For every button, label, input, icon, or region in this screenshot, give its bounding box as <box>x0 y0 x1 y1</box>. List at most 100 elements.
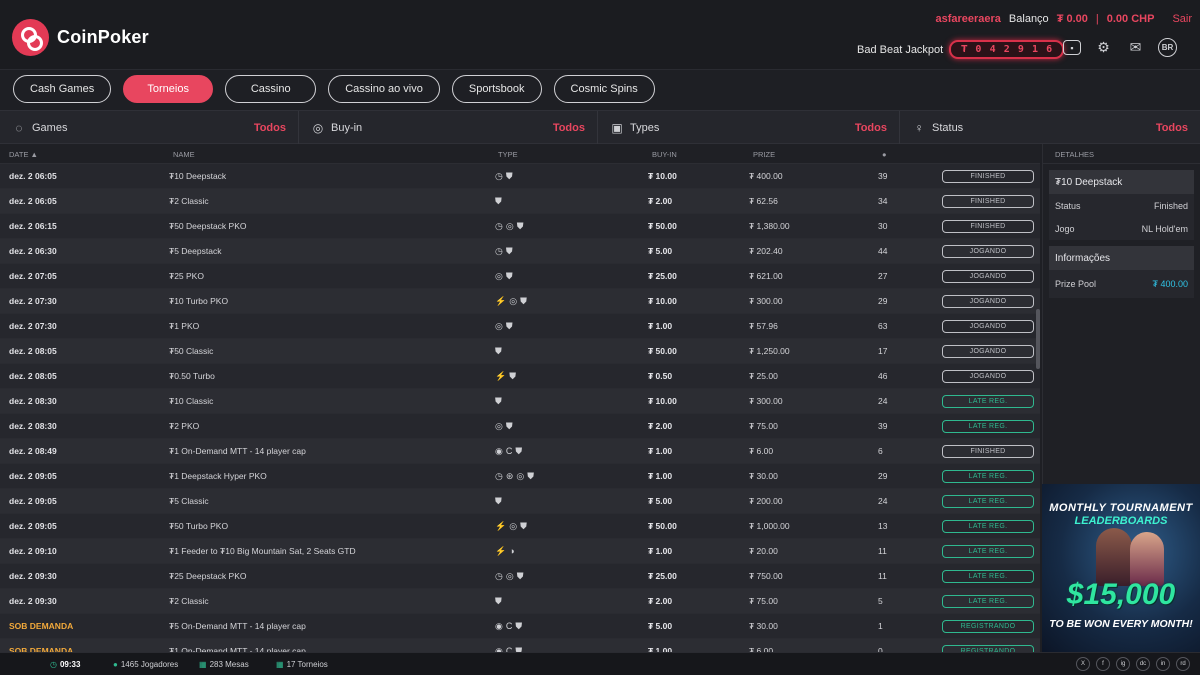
table-row[interactable]: dez. 2 06:30 ₮5 Deepstack ◷ ⛊ ₮ 5.00 ₮ 202.40… <box>0 239 1040 264</box>
col-type[interactable]: TYPE <box>498 150 518 159</box>
status-badge[interactable]: JOGANDO <box>942 294 1034 308</box>
row-players: 5 <box>878 596 883 606</box>
bad-beat-jackpot[interactable]: Bad Beat Jackpot ₮ 0 4 2 9 1 6 <box>857 40 1065 59</box>
col-prize[interactable]: PRIZE <box>753 150 775 159</box>
row-name: ₮10 Turbo PKO <box>169 296 229 306</box>
status-badge[interactable]: JOGANDO <box>942 344 1034 358</box>
tab-cash-games[interactable]: Cash Games <box>13 75 112 103</box>
table-row[interactable]: dez. 2 09:10 ₮1 Feeder to ₮10 Big Mountai… <box>0 539 1040 564</box>
table-row[interactable]: SOB DEMANDA ₮1 On-Demand MTT - 14 player … <box>0 639 1040 652</box>
row-players: 1 <box>878 621 883 631</box>
discord-icon[interactable]: dc <box>1136 657 1150 671</box>
col-name[interactable]: NAME <box>173 150 195 159</box>
row-players: 30 <box>878 221 888 231</box>
mail-icon[interactable]: ✉ <box>1126 38 1145 57</box>
row-type-icons: ◷ ⛊ <box>495 246 513 257</box>
shield-icon: ⛊ <box>520 520 527 531</box>
tab-cassino[interactable]: Cassino <box>225 75 317 103</box>
table-row[interactable]: dez. 2 09:30 ₮25 Deepstack PKO ◷ ◎ ⛊ ₮ 25.00 ₮… <box>0 564 1040 589</box>
gear-icon[interactable]: ⚙ <box>1094 38 1113 57</box>
table-row[interactable]: dez. 2 08:49 ₮1 On-Demand MTT - 14 player… <box>0 439 1040 464</box>
status-badge[interactable]: JOGANDO <box>942 244 1034 258</box>
row-prize: ₮ 750.00 <box>749 571 783 581</box>
table-row[interactable]: dez. 2 08:05 ₮50 Classic ⛊ ₮ 50.00 ₮ 1,250.0… <box>0 339 1040 364</box>
row-players: 17 <box>878 346 888 356</box>
jackpot-digit: 6 <box>1046 44 1053 55</box>
filter-status[interactable]: ♀ Status Todos <box>900 111 1200 145</box>
tab-torneios[interactable]: Torneios <box>123 75 214 103</box>
row-buyin: ₮ 50.00 <box>648 346 677 356</box>
details-title: ₮10 Deepstack <box>1049 170 1194 194</box>
status-badge[interactable]: LATE REG. <box>942 519 1034 533</box>
shield-icon: ⛊ <box>515 445 523 456</box>
tab-sportsbook[interactable]: Sportsbook <box>451 75 542 103</box>
filter-types[interactable]: ▣ Types Todos <box>598 111 900 145</box>
status-badge[interactable]: FINISHED <box>942 169 1034 183</box>
table-row[interactable]: dez. 2 09:05 ₮50 Turbo PKO ⚡ ◎ ⛊ ₮ 50.00 ₮ 1,0… <box>0 514 1040 539</box>
person-icon[interactable]: ● <box>882 150 887 159</box>
instagram-icon[interactable]: ig <box>1116 657 1130 671</box>
table-scrollbar[interactable] <box>1036 309 1040 369</box>
balance-value: ₮ 0.00 <box>1056 13 1088 25</box>
col-date[interactable]: DATE ▲ <box>9 150 38 159</box>
username[interactable]: asfareeraera <box>935 13 1000 25</box>
jackpot-digit: 4 <box>989 44 996 55</box>
wallet-icon[interactable]: ▪ <box>1063 40 1081 55</box>
shield-icon: ⛊ <box>516 570 524 581</box>
language-icon[interactable]: BR <box>1158 38 1177 57</box>
status-badge[interactable]: LATE REG. <box>942 419 1034 433</box>
shield-icon: ⛊ <box>505 170 513 181</box>
table-row[interactable]: dez. 2 06:15 ₮50 Deepstack PKO ◷ ◎ ⛊ ₮ 50.00 ₮… <box>0 214 1040 239</box>
row-date: dez. 2 07:05 <box>9 271 57 281</box>
brand-name: CoinPoker <box>57 27 149 47</box>
status-badge[interactable]: LATE REG. <box>942 594 1034 608</box>
shield-icon: ⛊ <box>515 620 523 631</box>
tab-cassino-ao-vivo[interactable]: Cassino ao vivo <box>328 75 440 103</box>
row-players: 24 <box>878 396 888 406</box>
status-badge[interactable]: LATE REG. <box>942 569 1034 583</box>
row-date: dez. 2 09:10 <box>9 546 57 556</box>
filter-buyin[interactable]: ◎ Buy-in Todos <box>299 111 598 145</box>
row-players: 11 <box>878 546 887 556</box>
status-badge[interactable]: FINISHED <box>942 219 1034 233</box>
status-badge[interactable]: JOGANDO <box>942 369 1034 383</box>
table-row[interactable]: SOB DEMANDA ₮5 On-Demand MTT - 14 player … <box>0 614 1040 639</box>
bulb-icon: ♀ <box>914 121 924 135</box>
jackpot-digit: 9 <box>1017 44 1024 55</box>
table-row[interactable]: dez. 2 09:30 ₮2 Classic ⛊ ₮ 2.00 ₮ 75.00 5 LAT… <box>0 589 1040 614</box>
status-badge[interactable]: JOGANDO <box>942 269 1034 283</box>
coinpoker-logo[interactable]: CoinPoker <box>12 19 149 56</box>
linkedin-icon[interactable]: in <box>1156 657 1170 671</box>
status-badge[interactable]: FINISHED <box>942 444 1034 458</box>
status-badge[interactable]: FINISHED <box>942 194 1034 208</box>
table-row[interactable]: dez. 2 06:05 ₮10 Deepstack ◷ ⛊ ₮ 10.00 ₮ 400.… <box>0 164 1040 189</box>
row-buyin: ₮ 10.00 <box>648 296 677 306</box>
table-row[interactable]: dez. 2 07:30 ₮10 Turbo PKO ⚡ ◎ ⛊ ₮ 10.00 ₮ 300… <box>0 289 1040 314</box>
table-row[interactable]: dez. 2 09:05 ₮5 Classic ⛊ ₮ 5.00 ₮ 200.00 24 L… <box>0 489 1040 514</box>
status-badge[interactable]: LATE REG. <box>942 469 1034 483</box>
table-row[interactable]: dez. 2 08:05 ₮0.50 Turbo ⚡ ⛊ ₮ 0.50 ₮ 25.00 46… <box>0 364 1040 389</box>
table-row[interactable]: dez. 2 09:05 ₮1 Deepstack Hyper PKO ◷ ⊛ ◎ ⛊ ₮ … <box>0 464 1040 489</box>
status-badge[interactable]: REGISTRANDO <box>942 644 1034 652</box>
table-row[interactable]: dez. 2 06:05 ₮2 Classic ⛊ ₮ 2.00 ₮ 62.56 34 FI… <box>0 189 1040 214</box>
status-badge[interactable]: LATE REG. <box>942 394 1034 408</box>
filter-games[interactable]: ◌ Games Todos <box>0 111 299 145</box>
table-header: DATE ▲ NAME TYPE BUY-IN PRIZE ● <box>0 144 1040 164</box>
table-row[interactable]: dez. 2 08:30 ₮2 PKO ◎ ⛊ ₮ 2.00 ₮ 75.00 39 LATE … <box>0 414 1040 439</box>
logout-link[interactable]: Sair <box>1172 13 1192 25</box>
status-badge[interactable]: LATE REG. <box>942 494 1034 508</box>
status-badge[interactable]: JOGANDO <box>942 319 1034 333</box>
row-name: ₮10 Classic <box>169 396 214 406</box>
col-buyin[interactable]: BUY-IN <box>652 150 677 159</box>
tab-cosmic-spins[interactable]: Cosmic Spins <box>553 75 655 103</box>
reddit-icon[interactable]: rd <box>1176 657 1190 671</box>
table-row[interactable]: dez. 2 07:30 ₮1 PKO ◎ ⛊ ₮ 1.00 ₮ 57.96 63 JOGAN… <box>0 314 1040 339</box>
table-row[interactable]: dez. 2 08:30 ₮10 Classic ⛊ ₮ 10.00 ₮ 300.00 2… <box>0 389 1040 414</box>
facebook-icon[interactable]: f <box>1096 657 1110 671</box>
x-icon[interactable]: X <box>1076 657 1090 671</box>
table-row[interactable]: dez. 2 07:05 ₮25 PKO ◎ ⛊ ₮ 25.00 ₮ 621.00 27 JO… <box>0 264 1040 289</box>
status-badge[interactable]: LATE REG. <box>942 544 1034 558</box>
leaderboard-banner[interactable]: MONTHLY TOURNAMENT LEADERBOARDS $15,000 … <box>1042 484 1200 652</box>
status-badge[interactable]: REGISTRANDO <box>942 619 1034 633</box>
row-name: ₮1 Deepstack Hyper PKO <box>169 471 267 481</box>
